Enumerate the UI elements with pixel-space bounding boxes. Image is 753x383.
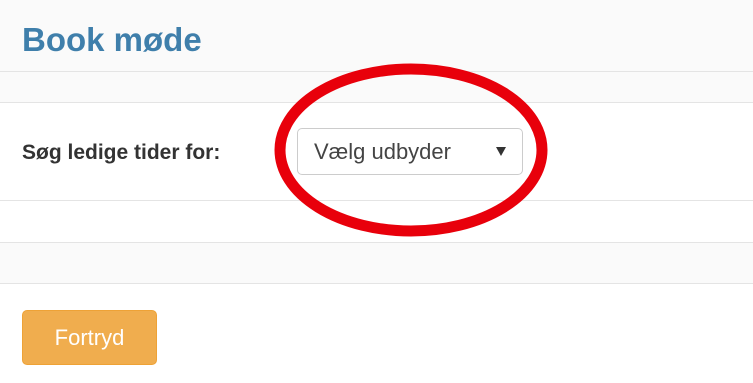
cancel-button[interactable]: Fortryd xyxy=(22,310,157,365)
search-label: Søg ledige tider for: xyxy=(22,141,221,164)
page-title: Book møde xyxy=(22,21,202,58)
provider-select-value: Vælg udbyder xyxy=(314,139,451,164)
book-meeting-page: Book møde Søg ledige tider for: Vælg udb… xyxy=(0,0,753,383)
section-band xyxy=(0,242,753,284)
section-band xyxy=(0,72,753,103)
divider xyxy=(0,200,753,201)
page-header: Book møde xyxy=(0,0,753,72)
provider-select[interactable]: Vælg udbyder xyxy=(297,128,523,175)
dropdown-arrow-icon xyxy=(496,147,506,156)
